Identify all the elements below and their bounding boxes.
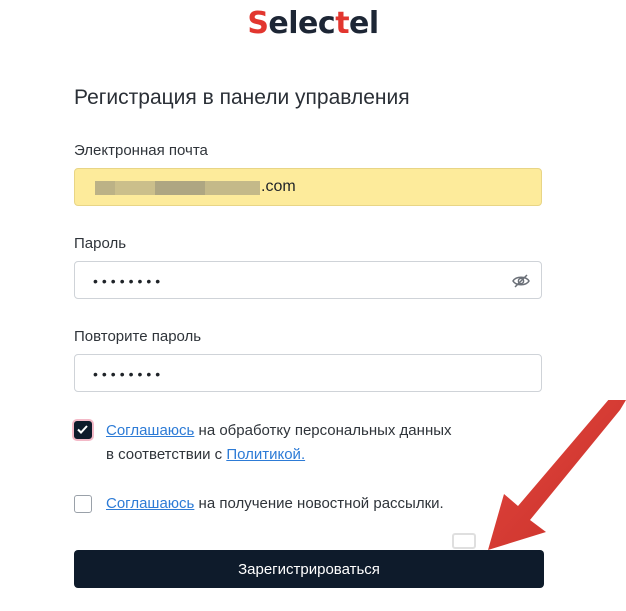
consent-personal-text: Соглашаюсь на обработку персональных дан… [106, 422, 452, 463]
consent-newsletter-link[interactable]: Соглашаюсь [106, 495, 194, 512]
consent-personal-link[interactable]: Соглашаюсь [106, 422, 194, 439]
email-label: Электронная почта [74, 142, 208, 159]
password-mask: •••••••• [93, 273, 165, 289]
password-label: Пароль [74, 235, 127, 252]
consent-personal-checkbox[interactable] [74, 421, 92, 439]
page-title: Регистрация в панели управления [74, 86, 410, 109]
checkmark-icon [77, 425, 88, 434]
register-button[interactable]: Зарегистрироваться [74, 550, 544, 588]
redacted-text [205, 181, 260, 195]
password-repeat-label: Повторите пароль [74, 328, 202, 345]
policy-link[interactable]: Политикой. [226, 446, 305, 463]
red-arrow-annotation [488, 400, 626, 550]
eye-slash-icon[interactable] [511, 271, 531, 291]
email-field[interactable]: .com [74, 168, 542, 206]
password-repeat-field[interactable]: •••••••• [74, 354, 542, 392]
redacted-text [155, 181, 205, 195]
redacted-text [115, 181, 155, 195]
consent-newsletter-checkbox[interactable] [74, 495, 92, 513]
consent-newsletter-text: Соглашаюсь на получение новостной рассыл… [106, 495, 444, 512]
password-repeat-mask: •••••••• [93, 366, 165, 382]
email-suffix: .com [261, 178, 296, 195]
selectel-logo: Selectel [247, 6, 379, 41]
password-field[interactable]: •••••••• [74, 261, 542, 299]
redacted-text [95, 181, 115, 195]
